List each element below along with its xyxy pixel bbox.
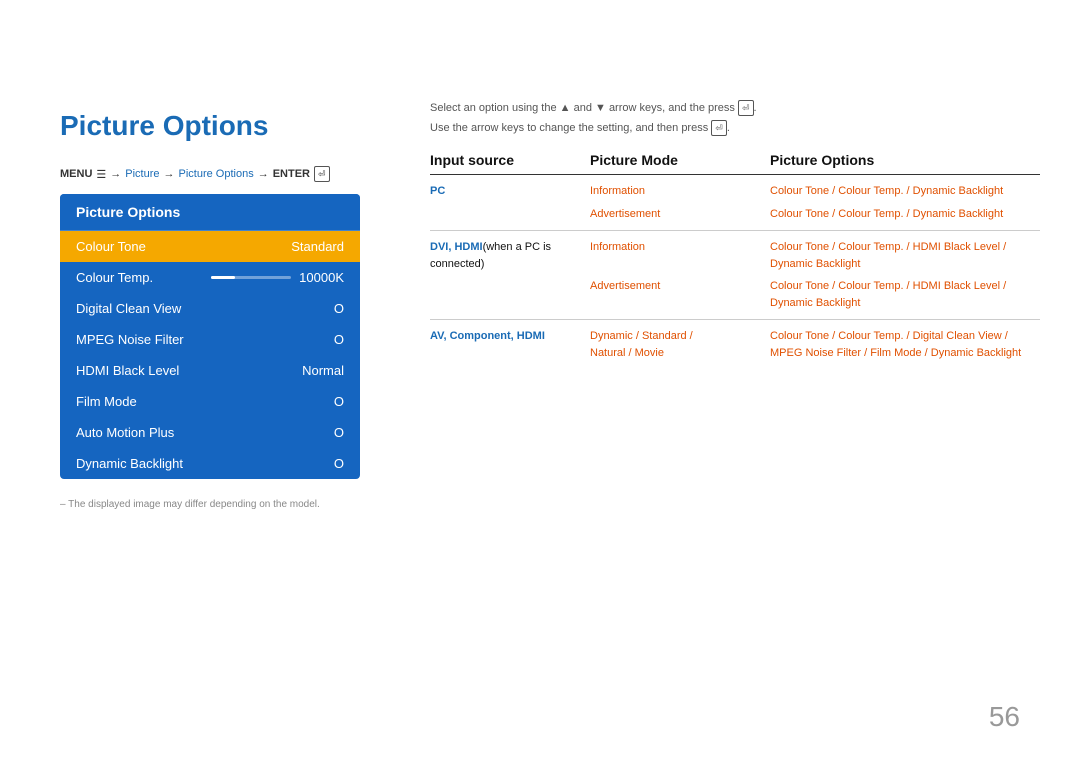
menu-item-hdmi-black-level-label: HDMI Black Level: [76, 363, 179, 378]
table-section-pc: PC Information Colour Tone / Colour Temp…: [430, 175, 1040, 231]
colour-temp-slider: [211, 276, 291, 279]
page-title: Picture Options: [60, 110, 440, 142]
breadcrumb-enter-icon: ⏎: [314, 166, 330, 182]
menu-item-mpeg-noise-filter[interactable]: MPEG Noise Filter O: [60, 324, 360, 355]
menu-item-auto-motion-plus-label: Auto Motion Plus: [76, 425, 174, 440]
menu-item-colour-tone-value: Standard: [291, 239, 344, 254]
cell-pc-info-options: Colour Tone / Colour Temp. / Dynamic Bac…: [770, 183, 1040, 200]
table-row-av: AV, Component, HDMI Dynamic / Standard /…: [430, 320, 1040, 369]
menu-item-digital-clean-view-label: Digital Clean View: [76, 301, 181, 316]
cell-dvi-info-mode: Information: [590, 239, 770, 256]
menu-item-film-mode[interactable]: Film Mode O: [60, 386, 360, 417]
instruction-line-2: Use the arrow keys to change the setting…: [430, 120, 1040, 136]
breadcrumb-picture-options: Picture Options: [179, 168, 254, 180]
menu-item-digital-clean-view-value: O: [334, 301, 344, 316]
header-input-source: Input source: [430, 152, 590, 168]
footnote: ‒ The displayed image may differ dependi…: [60, 499, 440, 510]
cell-dvi-ad-options: Colour Tone / Colour Temp. / HDMI Black …: [770, 278, 1040, 311]
menu-item-mpeg-noise-filter-value: O: [334, 332, 344, 347]
menu-item-dynamic-backlight[interactable]: Dynamic Backlight O: [60, 448, 360, 479]
menu-item-film-mode-label: Film Mode: [76, 394, 137, 409]
instruction-line-1: Select an option using the ▲ and ▼ arrow…: [430, 100, 1040, 116]
breadcrumb-enter: ENTER: [273, 168, 310, 180]
menu-item-auto-motion-plus[interactable]: Auto Motion Plus O: [60, 417, 360, 448]
menu-item-dynamic-backlight-label: Dynamic Backlight: [76, 456, 183, 471]
breadcrumb-arrow-1: →: [110, 168, 121, 180]
cell-pc-info-mode: Information: [590, 183, 770, 200]
cell-dvi-ad-mode: Advertisement: [590, 278, 770, 295]
menu-item-colour-temp[interactable]: Colour Temp. 10000K: [60, 262, 360, 293]
options-table: Input source Picture Mode Picture Option…: [430, 152, 1040, 369]
breadcrumb-arrow-2: →: [164, 168, 175, 180]
table-header: Input source Picture Mode Picture Option…: [430, 152, 1040, 175]
cell-av-input: AV, Component, HDMI: [430, 328, 590, 345]
menu-item-mpeg-noise-filter-label: MPEG Noise Filter: [76, 332, 184, 347]
cell-av-mode: Dynamic / Standard / Natural / Movie: [590, 328, 770, 361]
enter-icon-2: ⏎: [711, 120, 727, 136]
menu-item-hdmi-black-level[interactable]: HDMI Black Level Normal: [60, 355, 360, 386]
header-picture-mode: Picture Mode: [590, 152, 770, 168]
menu-item-colour-tone-label: Colour Tone: [76, 239, 146, 254]
menu-item-film-mode-value: O: [334, 394, 344, 409]
cell-dvi-input: DVI, HDMI(when a PC is connected): [430, 239, 590, 272]
page-number: 56: [989, 701, 1020, 733]
colour-temp-slider-container: 10000K: [211, 270, 344, 285]
menu-item-hdmi-black-level-value: Normal: [302, 363, 344, 378]
right-panel: Select an option using the ▲ and ▼ arrow…: [430, 100, 1040, 369]
enter-icon-1: ⏎: [738, 100, 754, 116]
table-row-pc-ad: Advertisement Colour Tone / Colour Temp.…: [430, 202, 1040, 232]
cell-pc-ad-mode: Advertisement: [590, 206, 770, 223]
breadcrumb-menu: MENU: [60, 168, 92, 180]
cell-pc-ad-options: Colour Tone / Colour Temp. / Dynamic Bac…: [770, 206, 1040, 223]
breadcrumb-menu-icon: ☰: [96, 168, 106, 181]
breadcrumb-arrow-3: →: [258, 168, 269, 180]
slider-fill: [211, 276, 235, 279]
cell-pc-input: PC: [430, 183, 590, 200]
table-row-pc-info: PC Information Colour Tone / Colour Temp…: [430, 175, 1040, 202]
menu-item-auto-motion-plus-value: O: [334, 425, 344, 440]
table-section-dvi: DVI, HDMI(when a PC is connected) Inform…: [430, 231, 1040, 320]
menu-item-colour-temp-value: 10000K: [299, 270, 344, 285]
tv-menu-header: Picture Options: [60, 194, 360, 231]
tv-menu: Picture Options Colour Tone Standard Col…: [60, 194, 360, 479]
left-panel: Picture Options MENU ☰ → Picture → Pictu…: [60, 110, 440, 510]
cell-dvi-info-options: Colour Tone / Colour Temp. / HDMI Black …: [770, 239, 1040, 272]
menu-item-dynamic-backlight-value: O: [334, 456, 344, 471]
menu-item-digital-clean-view[interactable]: Digital Clean View O: [60, 293, 360, 324]
cell-av-options: Colour Tone / Colour Temp. / Digital Cle…: [770, 328, 1040, 361]
menu-item-colour-temp-label: Colour Temp.: [76, 270, 153, 285]
breadcrumb: MENU ☰ → Picture → Picture Options → ENT…: [60, 166, 440, 182]
header-picture-options: Picture Options: [770, 152, 1040, 168]
breadcrumb-picture: Picture: [125, 168, 159, 180]
table-row-dvi-ad: Advertisement Colour Tone / Colour Temp.…: [430, 274, 1040, 320]
menu-item-colour-tone[interactable]: Colour Tone Standard: [60, 231, 360, 262]
table-section-av: AV, Component, HDMI Dynamic / Standard /…: [430, 320, 1040, 369]
table-row-dvi-info: DVI, HDMI(when a PC is connected) Inform…: [430, 231, 1040, 274]
